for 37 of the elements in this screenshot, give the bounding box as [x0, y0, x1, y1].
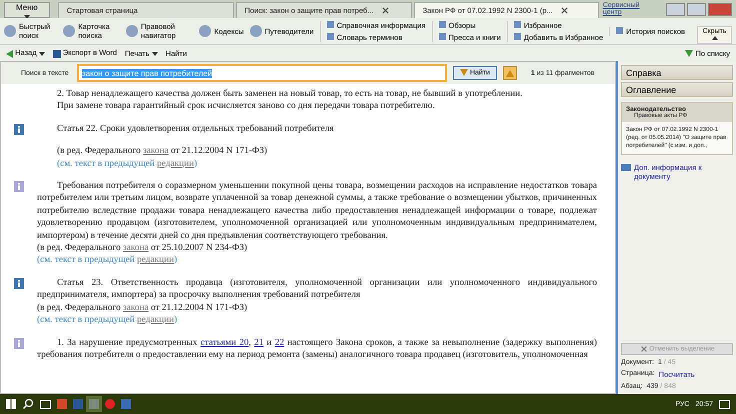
document-paragraph: (в ред. Федерального закона от 21.12.2004 N 171-ФЗ) — [56, 145, 268, 158]
document-link[interactable]: закона — [122, 243, 149, 254]
document-link[interactable]: редакции — [157, 158, 194, 169]
info-icon[interactable] — [14, 278, 24, 289]
document-paragraph: (в ред. Федерального закона от 21.12.2004 N 171-ФЗ) — [37, 302, 248, 314]
document-paragraph: (см. текст в предыдущей редакции) — [56, 158, 198, 170]
restore-button[interactable] — [686, 2, 706, 16]
document-paragraph: 2. Товар ненадлежащего качества должен быть заменен на новый товар, то есть на товар, не бывший в употреблении. — [56, 88, 524, 100]
document-paragraph: При замене товара гарантийный срок исчисляется заново со дня передачи товара потребителю. — [56, 100, 436, 113]
document-paragraph: (см. текст в предыдущей редакции) — [37, 314, 178, 326]
search-icon[interactable] — [22, 398, 34, 410]
minimize-button[interactable] — [666, 2, 685, 16]
windows-icon[interactable] — [6, 399, 16, 409]
close-tab-icon[interactable] — [382, 7, 389, 14]
info-icon[interactable] — [14, 181, 24, 192]
document-link[interactable]: 21 — [254, 338, 264, 348]
document-paragraph: (см. текст в предыдущей редакции) — [37, 254, 178, 267]
find-previous-button[interactable] — [502, 66, 517, 80]
close-button[interactable] — [708, 2, 732, 16]
document-link[interactable]: статьями 20 — [200, 338, 249, 348]
info-icon[interactable] — [14, 124, 24, 135]
document-link[interactable]: 22 — [274, 338, 284, 348]
panel-button[interactable]: Оглавление — [621, 82, 733, 97]
close-tab-icon[interactable] — [560, 7, 568, 14]
info-icon[interactable] — [14, 338, 24, 348]
menu-button[interactable]: Меню — [4, 2, 50, 18]
document-paragraph: Требования потребителя о соразмерном уменьшении покупной цены товара, возмещении расходов на исправление недостатков товара потребителем или третьим лицом, возврате уплаченной за товар денежной суммы, а также требование о возмещении убытков, причиненных потребителю вследствие продажи товара ненадлежащего качества либо предоставления ненадлежащей информации о товаре, подлежат удовлетворению продавцом (изготовителем, уполномоченной организацией или уполномоченным индивидуальным предпринимателем, импортером) в течение десяти дней со дня предъявления соответствующего требования. — [37, 180, 597, 242]
document-link[interactable]: редакции — [137, 315, 174, 326]
document-link[interactable]: закона — [122, 302, 149, 313]
document-link[interactable]: закона — [142, 146, 169, 156]
task-view-icon[interactable] — [40, 400, 51, 408]
document-paragraph: (в ред. Федерального закона от 25.10.2007 N 234-ФЗ) — [37, 242, 248, 254]
document-paragraph: 1. За нарушение предусмотренных статьями 20, 21 и 22 настоящего Закона сроков, а также за невыполнение (задержку выполнения) требования потребителя о предоставлении ему на период ремонта (замены) аналогичного товара продавец (изготовитель, уполномоченная — [37, 336, 597, 362]
document-paragraph: Статья 22. Сроки удовлетворения отдельных требований потребителя — [56, 122, 335, 136]
document-link[interactable]: редакции — [137, 255, 174, 266]
panel-button[interactable]: Справка — [621, 65, 733, 80]
notification-icon[interactable] — [719, 400, 730, 408]
